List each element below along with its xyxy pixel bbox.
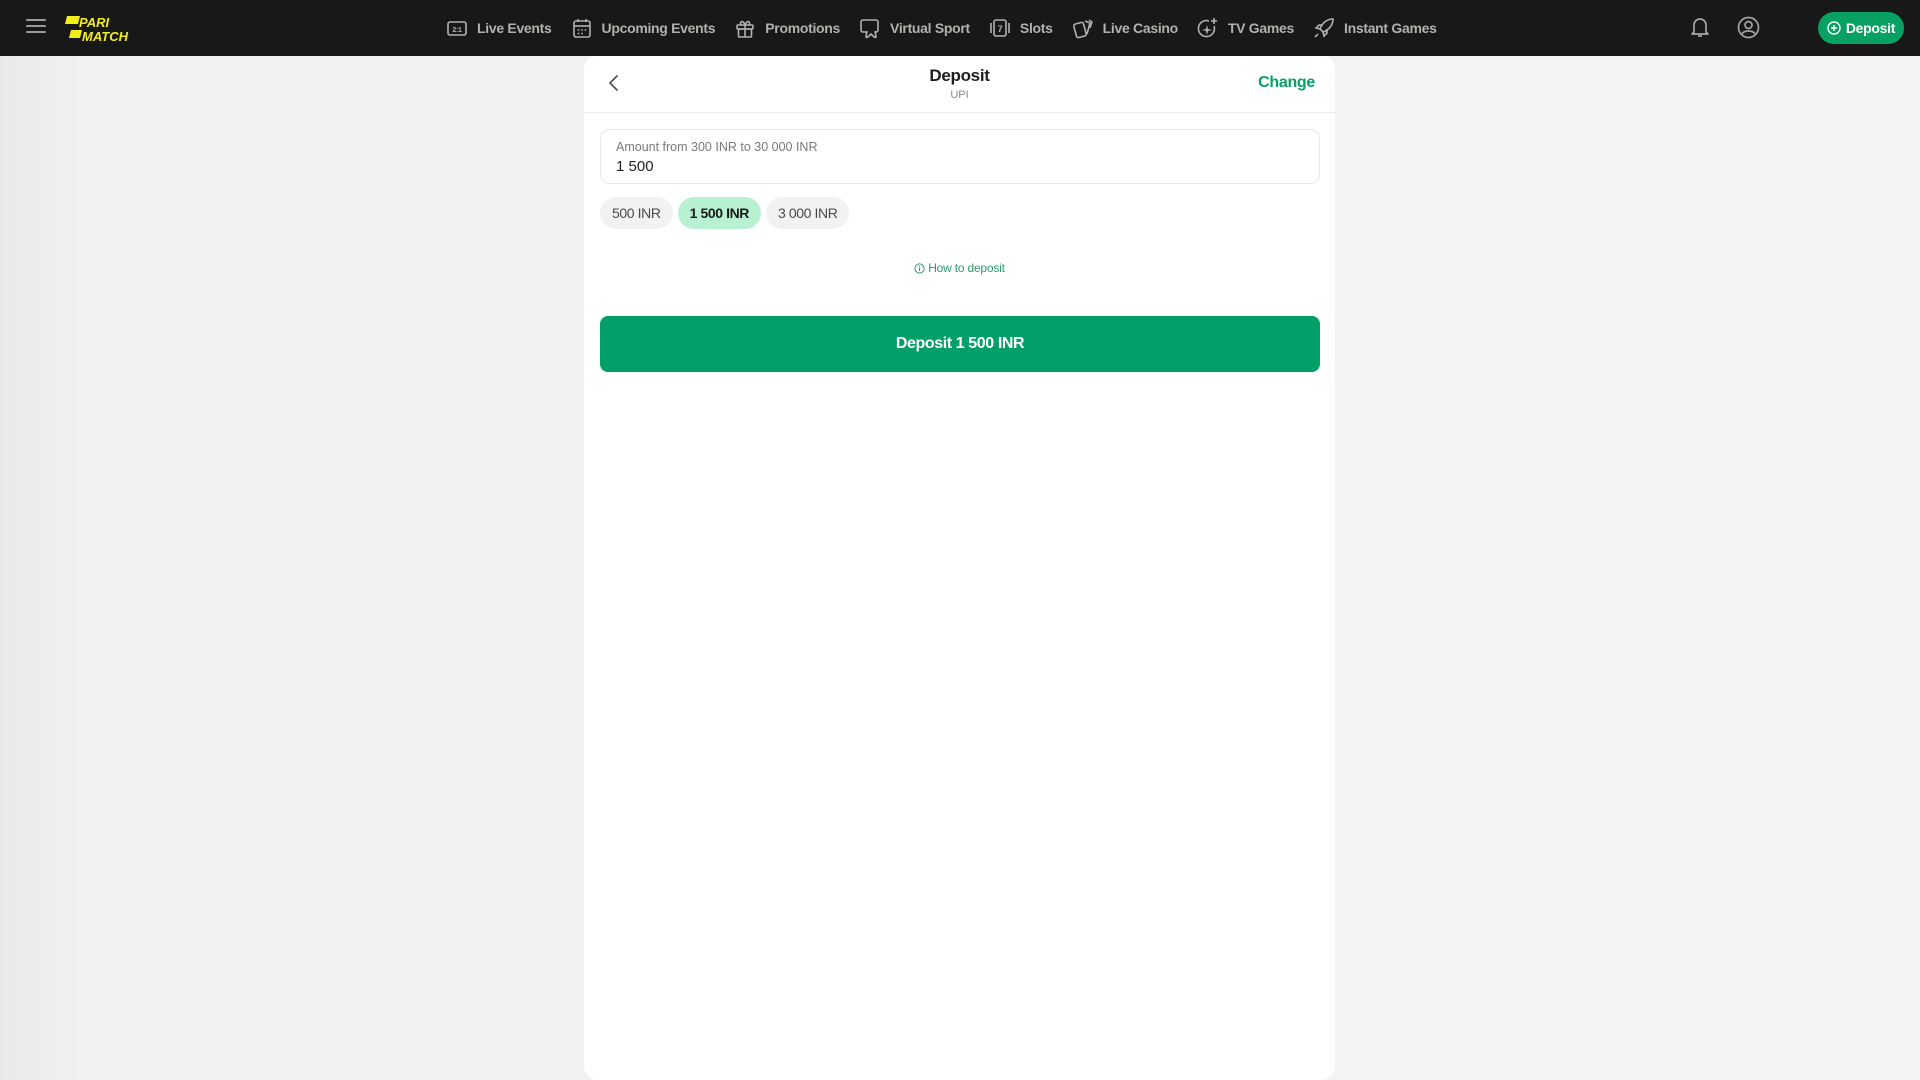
chip-3000[interactable]: 3 000 INR bbox=[766, 197, 850, 229]
nav-instant-games[interactable]: Instant Games bbox=[1313, 17, 1437, 39]
top-navigation-bar: PARI MATCH 2:1 Live Events Upcoming Even… bbox=[0, 0, 1920, 56]
how-to-deposit-label: How to deposit bbox=[928, 261, 1005, 275]
nav-label: Upcoming Events bbox=[601, 20, 716, 36]
notifications-bell-icon[interactable] bbox=[1689, 15, 1711, 39]
gift-icon bbox=[736, 20, 755, 38]
payment-method-subtitle: UPI bbox=[950, 89, 969, 101]
amount-field[interactable]: Amount from 300 INR to 30 000 INR bbox=[600, 129, 1320, 184]
change-method-link[interactable]: Change bbox=[1258, 74, 1315, 92]
nav-label: TV Games bbox=[1227, 20, 1294, 36]
main-nav: 2:1 Live Events Upcoming Events Promotio… bbox=[446, 0, 1456, 56]
virtual-sport-icon bbox=[860, 19, 879, 39]
page-title: Deposit bbox=[929, 66, 990, 85]
quick-amount-chips: 500 INR 1 500 INR 3 000 INR bbox=[600, 197, 854, 229]
rocket-icon bbox=[1314, 18, 1334, 38]
user-profile-icon[interactable] bbox=[1737, 16, 1760, 39]
deposit-panel: Deposit UPI Change Amount from 300 INR t… bbox=[584, 56, 1335, 1080]
nav-virtual-sport[interactable]: Virtual Sport bbox=[859, 17, 970, 39]
svg-text:2:1: 2:1 bbox=[452, 27, 462, 34]
cards-icon bbox=[1072, 19, 1093, 39]
header-deposit-button[interactable]: Deposit bbox=[1818, 12, 1904, 44]
nav-label: Slots bbox=[1019, 20, 1053, 36]
calendar-icon bbox=[572, 19, 591, 38]
how-to-deposit-link[interactable]: How to deposit bbox=[584, 261, 1335, 275]
nav-label: Instant Games bbox=[1344, 20, 1437, 36]
menu-icon[interactable] bbox=[26, 19, 46, 35]
live-events-icon: 2:1 bbox=[447, 21, 467, 36]
svg-text:MATCH: MATCH bbox=[82, 29, 129, 43]
plus-circle-icon bbox=[1827, 21, 1841, 35]
chip-500[interactable]: 500 INR bbox=[600, 197, 673, 229]
panel-header: Deposit UPI Change bbox=[584, 56, 1335, 113]
nav-slots[interactable]: 7 Slots bbox=[989, 17, 1053, 39]
slots-icon: 7 bbox=[990, 19, 1010, 37]
chip-1500[interactable]: 1 500 INR bbox=[677, 197, 761, 229]
info-icon bbox=[914, 262, 925, 274]
header-deposit-label: Deposit bbox=[1845, 20, 1896, 36]
amount-field-label: Amount from 300 INR to 30 000 INR bbox=[616, 140, 818, 154]
nav-promotions[interactable]: Promotions bbox=[734, 17, 840, 39]
nav-live-casino[interactable]: Live Casino bbox=[1072, 17, 1178, 39]
nav-label: Live Events bbox=[477, 20, 552, 36]
nav-label: Virtual Sport bbox=[890, 20, 970, 36]
parimatch-logo[interactable]: PARI MATCH bbox=[64, 15, 146, 43]
nav-tv-games[interactable]: TV Games bbox=[1197, 17, 1294, 39]
nav-upcoming-events[interactable]: Upcoming Events bbox=[571, 17, 716, 39]
nav-label: Promotions bbox=[765, 20, 841, 36]
svg-text:7: 7 bbox=[998, 24, 1003, 34]
nav-live-events[interactable]: 2:1 Live Events bbox=[446, 17, 552, 39]
svg-text:PARI: PARI bbox=[79, 15, 109, 30]
deposit-submit-button[interactable]: Deposit 1 500 INR bbox=[600, 316, 1320, 372]
nav-label: Live Casino bbox=[1102, 20, 1179, 36]
amount-input[interactable] bbox=[616, 158, 1296, 175]
tv-games-icon bbox=[1197, 18, 1217, 38]
